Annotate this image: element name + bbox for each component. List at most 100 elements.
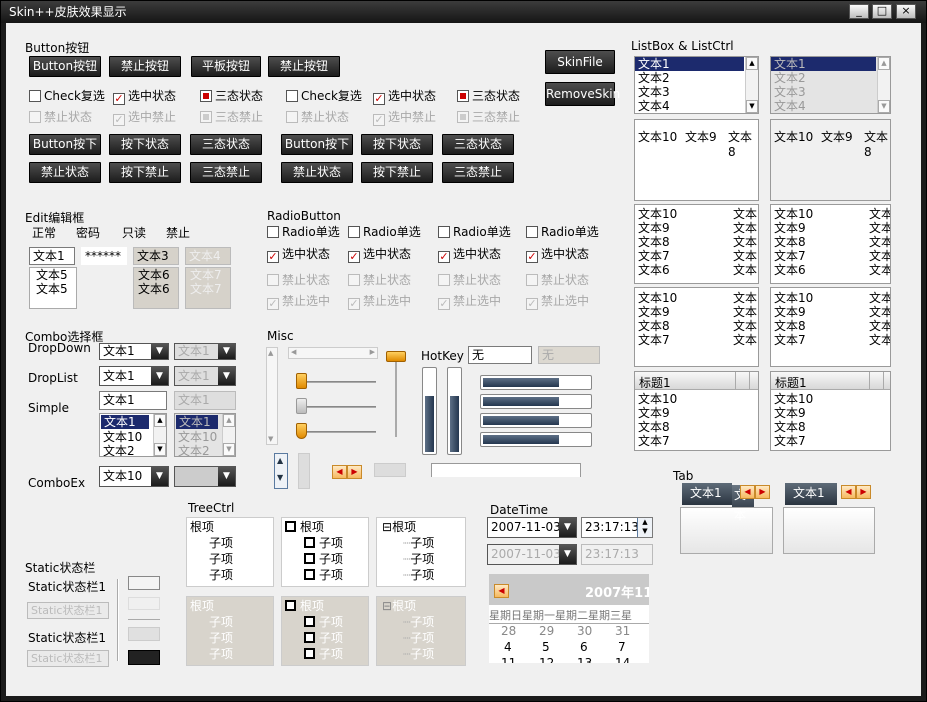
list-item[interactable]: 文本8 — [728, 128, 758, 159]
push-tristate[interactable]: 三态状态 — [190, 134, 262, 155]
radio-selected-2[interactable]: ✓ 选中状态 — [348, 247, 411, 263]
tree-child[interactable]: 子项 — [209, 568, 233, 583]
chevron-up-icon[interactable]: ▲ — [268, 349, 273, 357]
spin-control[interactable]: ▲ ▼ — [274, 453, 288, 489]
listctrl-list[interactable]: 文本10 文本 文本9 文本 文本8 文本 文本7 文本 文本6 文本 — [634, 204, 759, 284]
push-pressed-disabled-2[interactable]: 按下禁止 — [361, 162, 433, 183]
chevron-up-icon[interactable]: ▲ — [154, 414, 166, 427]
skinfile-button[interactable]: SkinFile — [545, 50, 615, 74]
listctrl-icon[interactable]: 文本10 文本9 文本8 — [634, 119, 759, 201]
checkbox-box[interactable] — [285, 521, 296, 532]
push-button-pressed-2[interactable]: Button按下 — [281, 134, 353, 155]
disabled-button[interactable]: 禁止按钮 — [109, 56, 181, 77]
minimize-button[interactable]: _ — [849, 4, 869, 19]
list-item[interactable]: 文本8 文本 — [771, 319, 890, 333]
list-item[interactable]: 文本7 — [771, 434, 890, 448]
tree-child[interactable]: ┈子项 — [403, 552, 434, 567]
title-bar[interactable]: Skin++皮肤效果显示 _ □ × — [1, 1, 926, 23]
listctrl-list-3[interactable]: 文本10 文本 文本9 文本 文本8 文本 文本7 文本 — [634, 287, 759, 367]
list-item[interactable]: 文本1 — [101, 415, 149, 429]
list-item[interactable]: 文本6 文本 — [635, 263, 758, 277]
slider-thumb-pointer[interactable] — [296, 423, 307, 439]
chevron-right-icon[interactable]: ▶ — [370, 348, 375, 356]
list-item[interactable]: 文本10 文本 — [635, 207, 758, 221]
edit-normal[interactable]: 文本1 — [29, 247, 75, 265]
tab-1[interactable]: 文本1 — [682, 483, 732, 505]
tree-child[interactable]: ┈子项 — [403, 568, 434, 583]
hotkey-field[interactable]: 无 — [468, 346, 532, 364]
push-pressed-disabled[interactable]: 按下禁止 — [109, 162, 181, 183]
chevron-left-icon[interactable]: ◀ — [494, 584, 509, 598]
calendar-day[interactable]: 28 — [501, 624, 516, 638]
list-item[interactable]: 文本8 文本 — [635, 235, 758, 249]
tree-child[interactable]: 子项 — [304, 552, 343, 567]
calendar-prev[interactable]: ◀ — [494, 582, 509, 598]
chevron-down-icon[interactable]: ▼ — [151, 344, 168, 359]
tree-child[interactable]: 子项 — [304, 536, 343, 551]
chevron-up-icon[interactable]: ▲ — [746, 57, 758, 70]
list-item[interactable]: 文本9 — [635, 406, 758, 420]
time-spin[interactable]: ▲ ▼ — [637, 518, 652, 537]
push-checkbox-pressed-2[interactable]: 按下状态 — [361, 134, 433, 155]
slider-thumb[interactable] — [296, 373, 307, 389]
push-tristate-2[interactable]: 三态状态 — [442, 134, 514, 155]
chevron-down-icon[interactable]: ▼ — [268, 435, 273, 443]
calendar-day[interactable]: 13 — [577, 656, 592, 663]
flat-button[interactable]: 平板按钮 — [191, 56, 261, 77]
list-item[interactable]: 文本8 文本 — [771, 235, 890, 249]
calendar-day[interactable]: 31 — [615, 624, 630, 638]
chevron-down-icon[interactable]: ▼ — [559, 518, 576, 537]
listctrl-report-2[interactable]: 标题1 文本10 文本9 文本8 文本7 — [770, 371, 891, 451]
radio-2[interactable]: Radio单选 — [348, 225, 421, 240]
list-item[interactable]: 文本10 — [638, 128, 677, 145]
list-item[interactable]: 文本10 — [771, 392, 890, 406]
combo-simple-edit[interactable]: 文本1 — [99, 391, 167, 410]
radio-3[interactable]: Radio单选 — [438, 225, 511, 240]
listctrl-list-2[interactable]: 文本10 文本 文本9 文本 文本8 文本 文本7 文本 文本6 文本 — [770, 204, 891, 284]
calendar-day[interactable]: 12 — [539, 656, 554, 663]
tree-root[interactable]: ⊟根项 — [382, 520, 416, 535]
list-item[interactable]: 文本7 文本 — [635, 333, 758, 347]
checkbox-checked[interactable]: ✓ 选中状态 — [113, 89, 176, 105]
list-item[interactable]: 文本9 — [771, 406, 890, 420]
tree-root[interactable]: 根项 — [190, 520, 214, 535]
list-item[interactable]: 文本3 — [635, 85, 758, 99]
spin-down-icon[interactable]: ▼ — [638, 527, 652, 536]
scrollbar[interactable]: ▲ ▼ — [745, 57, 758, 113]
collapse-icon[interactable]: ⊟ — [382, 520, 392, 534]
list-item[interactable]: 文本7 文本 — [771, 249, 890, 263]
radio-1[interactable]: Radio单选 — [267, 225, 340, 240]
tree-checkbox[interactable]: 根项 子项 子项 子项 — [281, 517, 369, 587]
push-tristate-disabled-2[interactable]: 三态禁止 — [442, 162, 514, 183]
chevron-down-icon[interactable]: ▼ — [151, 467, 168, 486]
tree-child[interactable]: 子项 — [304, 568, 343, 583]
push-disabled[interactable]: 禁止状态 — [29, 162, 101, 183]
tab-1[interactable]: 文本1 — [785, 483, 837, 505]
chevron-left-icon[interactable]: ◀ — [332, 465, 347, 479]
combo-droplist[interactable]: 文本1 ▼ — [99, 366, 169, 386]
checkbox-tristate-2[interactable]: 三态状态 — [457, 89, 520, 104]
list-item[interactable]: 文本1 — [635, 57, 744, 71]
list-item[interactable]: 文本9 文本 — [635, 221, 758, 235]
vertical-slider-thumb[interactable] — [386, 351, 406, 362]
list-item[interactable]: 文本9 文本 — [771, 305, 890, 319]
list-item[interactable]: 文本7 文本 — [635, 249, 758, 263]
listctrl-list-4[interactable]: 文本10 文本 文本9 文本 文本8 文本 文本7 文本 — [770, 287, 891, 367]
edit-multiline-normal[interactable]: 文本5 文本5 — [29, 267, 77, 309]
column-header[interactable]: 标题1 — [771, 372, 890, 390]
list-item[interactable]: 文本9 — [685, 128, 717, 145]
checkbox-checked-2[interactable]: ✓ 选中状态 — [373, 89, 436, 105]
normal-button[interactable]: Button按钮 — [29, 56, 101, 77]
spin-up-icon[interactable]: ▲ — [277, 456, 283, 465]
spin-up-icon[interactable]: ▲ — [638, 518, 652, 527]
combo-simple-list[interactable]: 文本1 文本10 文本2 ▲ ▼ — [99, 413, 167, 457]
listbox[interactable]: 文本1 文本2 文本3 文本4 ▲ ▼ — [634, 56, 759, 114]
tree-plain[interactable]: 根项 子项 子项 子项 — [186, 517, 274, 587]
checkbox-check[interactable]: Check复选 — [29, 89, 105, 104]
removeskin-button[interactable]: RemoveSkin — [545, 82, 620, 106]
tab-scroll[interactable]: ◀ ▶ — [841, 483, 871, 499]
combo-dropdown[interactable]: 文本1 ▼ — [99, 343, 169, 360]
disabled-button-2[interactable]: 禁止按钮 — [268, 56, 340, 77]
list-item[interactable]: 文本4 — [635, 99, 758, 113]
push-tristate-disabled[interactable]: 三态禁止 — [190, 162, 262, 183]
